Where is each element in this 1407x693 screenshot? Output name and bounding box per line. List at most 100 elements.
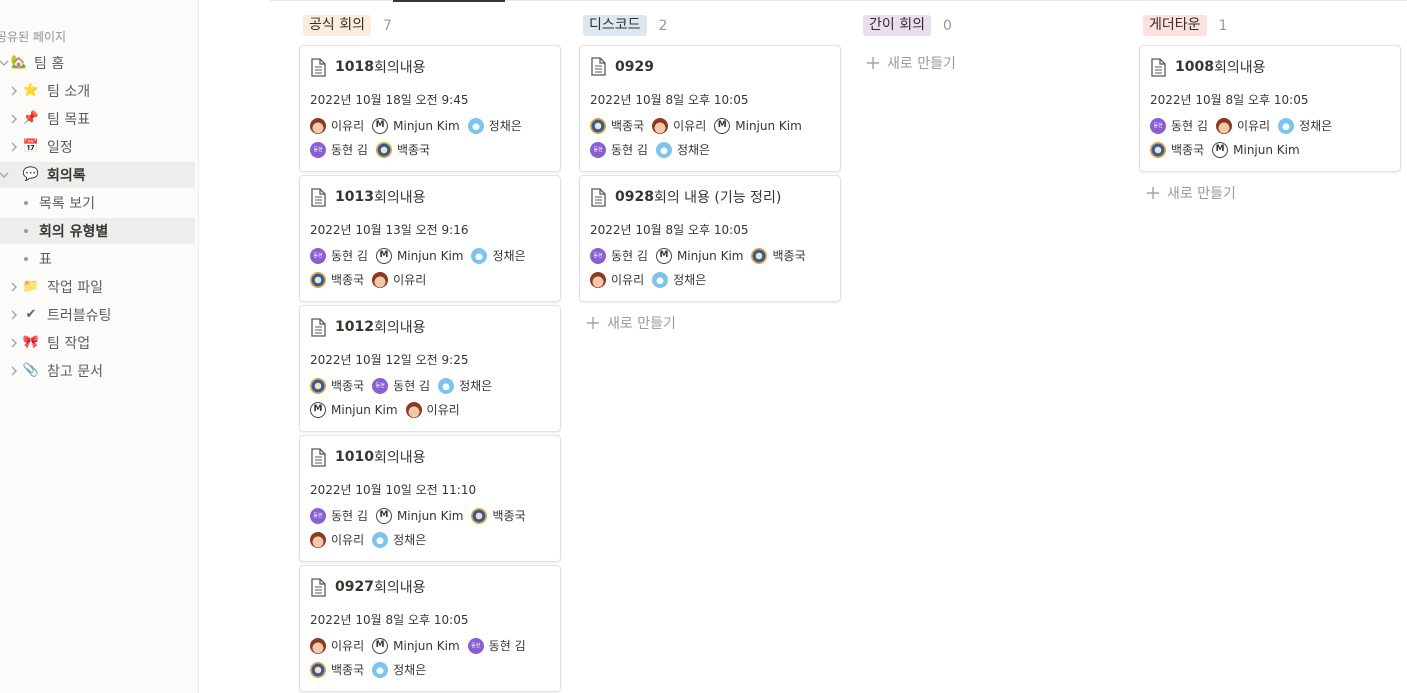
attendee: 백종국 bbox=[375, 141, 430, 158]
chevron-right-icon[interactable] bbox=[8, 365, 20, 377]
avatar bbox=[471, 507, 488, 524]
attendee: 동현 동현 김 bbox=[310, 141, 368, 158]
column-count: 0 bbox=[942, 17, 952, 34]
chevron-right-icon[interactable] bbox=[8, 85, 20, 97]
meeting-card[interactable]: 0927 회의내용 2022년 10월 8일 오후 10:05 이유리 M Minjun… bbox=[299, 565, 561, 692]
meeting-card[interactable]: 0928 회의 내용 (기능 정리) 2022년 10월 8일 오후 10:05 동… bbox=[579, 175, 841, 302]
attendees-row: M Minjun Kim 이유리 bbox=[310, 401, 468, 418]
bullet-icon bbox=[24, 201, 28, 205]
meeting-card[interactable]: 0929 2022년 10월 8일 오후 10:05 백종국 이유리 M Minjun K… bbox=[579, 45, 841, 172]
attendee-name: 동현 김 bbox=[1171, 119, 1208, 133]
meeting-card[interactable]: 1013 회의내용 2022년 10월 13일 오전 9:16 동현 동현 김 M Min… bbox=[299, 175, 561, 302]
avatar bbox=[471, 247, 488, 264]
attendees-row: 백종국 정채은 bbox=[310, 661, 434, 678]
card-title-number: 1018 bbox=[335, 59, 374, 75]
chevron-right-icon[interactable] bbox=[8, 281, 20, 293]
attendee-name: Minjun Kim bbox=[396, 248, 464, 263]
card-title: 1012 회의내용 bbox=[310, 317, 426, 337]
star-icon: ⭐ bbox=[22, 83, 40, 98]
sidebar-item-table[interactable]: 표 bbox=[0, 246, 195, 272]
new-card-button[interactable]: 새로 만들기 bbox=[586, 313, 676, 333]
chevron-right-icon[interactable] bbox=[8, 141, 20, 153]
sidebar-item-troubleshooting[interactable]: ✔ 트러블슈팅 bbox=[0, 302, 195, 328]
sidebar-item-meeting-notes[interactable]: 💬 회의록 bbox=[0, 162, 195, 188]
meeting-card[interactable]: 1010 회의내용 2022년 10월 10일 오전 11:10 동현 동현 김 M Mi… bbox=[299, 435, 561, 562]
sidebar-item-team-intro[interactable]: ⭐ 팀 소개 bbox=[0, 78, 195, 104]
attendees-row: 이유리 정채은 bbox=[310, 531, 434, 548]
card-title-number: 1008 bbox=[1175, 59, 1214, 75]
column-header-quick-meeting[interactable]: 간이 회의 0 bbox=[863, 15, 952, 36]
attendee-name: 백종국 bbox=[1171, 143, 1205, 157]
attendee: M Minjun Kim bbox=[714, 117, 802, 134]
avatar bbox=[1215, 117, 1232, 134]
document-icon bbox=[311, 57, 326, 77]
sidebar-item-team-home[interactable]: 🏡 팀 홈 bbox=[0, 50, 195, 76]
folder-icon: 📁 bbox=[22, 279, 40, 294]
chevron-down-icon[interactable] bbox=[0, 169, 10, 181]
sidebar-item-team-tasks[interactable]: 🎀 팀 작업 bbox=[0, 330, 195, 356]
card-date: 2022년 10월 18일 오전 9:45 bbox=[310, 93, 469, 107]
new-card-button[interactable]: 새로 만들기 bbox=[1146, 183, 1236, 203]
avatar: M bbox=[372, 117, 389, 134]
chevron-down-icon[interactable] bbox=[0, 57, 10, 69]
check-mark-icon: ✔ bbox=[25, 307, 37, 322]
attendee-name: 정채은 bbox=[459, 379, 493, 393]
chevron-right-icon[interactable] bbox=[8, 337, 20, 349]
column-header-gather-town[interactable]: 게더타운 1 bbox=[1143, 15, 1227, 36]
avatar: M bbox=[375, 247, 392, 264]
attendee-name: 이유리 bbox=[331, 119, 365, 133]
sidebar-item-by-meeting-type[interactable]: 회의 유형별 bbox=[0, 218, 195, 244]
attendees-row: 백종국 M Minjun Kim bbox=[1150, 141, 1308, 158]
avatar bbox=[590, 271, 606, 288]
plus-icon bbox=[587, 317, 599, 329]
attendee: 정채은 bbox=[467, 117, 522, 134]
card-date: 2022년 10월 12일 오전 9:25 bbox=[310, 353, 469, 367]
attendee-name: 정채은 bbox=[492, 249, 526, 263]
meeting-card[interactable]: 1012 회의내용 2022년 10월 12일 오전 9:25 백종국 동현 동현 김 정… bbox=[299, 305, 561, 432]
attendee: 동현 동현 김 bbox=[590, 141, 648, 158]
attendee: 이유리 bbox=[310, 531, 364, 548]
avatar: 동현 bbox=[590, 247, 606, 264]
speech-bubble-icon: 💬 bbox=[22, 167, 40, 182]
card-title-text: 회의내용 bbox=[373, 320, 426, 336]
column-header-official-meeting[interactable]: 공식 회의 7 bbox=[303, 15, 392, 36]
attendee-name: 동현 김 bbox=[611, 249, 648, 263]
attendee: 정채은 bbox=[471, 247, 526, 264]
sidebar-item-reference-docs[interactable]: 📎 참고 문서 bbox=[0, 358, 195, 384]
sidebar-item-schedule[interactable]: 📅 일정 bbox=[0, 134, 195, 160]
sidebar-item-label: 일정 bbox=[47, 140, 73, 156]
card-title-text: 회의내용 bbox=[373, 450, 426, 466]
column-header-discord[interactable]: 디스코드 2 bbox=[583, 15, 667, 36]
attendee: M Minjun Kim bbox=[310, 401, 398, 418]
attendee-name: 동현 김 bbox=[331, 249, 368, 263]
document-icon bbox=[591, 57, 606, 76]
attendee: 동현 동현 김 bbox=[590, 247, 648, 264]
column-tag[interactable]: 간이 회의 bbox=[863, 15, 931, 36]
column-tag[interactable]: 게더타운 bbox=[1143, 15, 1207, 36]
chevron-right-icon[interactable] bbox=[8, 113, 20, 125]
document-icon bbox=[311, 317, 326, 337]
column-tag[interactable]: 디스코드 bbox=[583, 15, 647, 36]
column-count: 1 bbox=[1218, 17, 1228, 34]
sidebar-item-list-view[interactable]: 목록 보기 bbox=[0, 190, 195, 216]
active-view-tab-indicator[interactable] bbox=[393, 0, 505, 2]
card-title-number: 1010 bbox=[335, 449, 374, 465]
attendee-name: 백종국 bbox=[492, 509, 526, 523]
card-title-number: 1012 bbox=[335, 319, 374, 335]
attendee-name: 이유리 bbox=[331, 533, 365, 547]
meeting-card[interactable]: 1018 회의내용 2022년 10월 18일 오전 9:45 이유리 M Minjun… bbox=[299, 45, 561, 172]
attendee: 이유리 bbox=[590, 271, 644, 288]
attendee-name: 정채은 bbox=[1299, 119, 1333, 133]
chevron-right-icon[interactable] bbox=[8, 309, 20, 321]
sidebar-item-label: 회의록 bbox=[47, 168, 86, 184]
new-card-button[interactable]: 새로 만들기 bbox=[866, 53, 956, 73]
avatar bbox=[310, 637, 326, 654]
attendee-name: 이유리 bbox=[1236, 119, 1271, 133]
column-tag[interactable]: 공식 회의 bbox=[303, 15, 371, 36]
sidebar-item-work-files[interactable]: 📁 작업 파일 bbox=[0, 274, 195, 300]
avatar: 동현 bbox=[310, 247, 326, 264]
sidebar-item-team-goals[interactable]: 📌 팀 목표 bbox=[0, 106, 195, 132]
meeting-card[interactable]: 1008 회의내용 2022년 10월 8일 오후 10:05 동현 동현 김 이유리 정… bbox=[1139, 45, 1401, 172]
attendee: 백종국 bbox=[751, 247, 806, 264]
bullet-icon bbox=[24, 229, 28, 233]
